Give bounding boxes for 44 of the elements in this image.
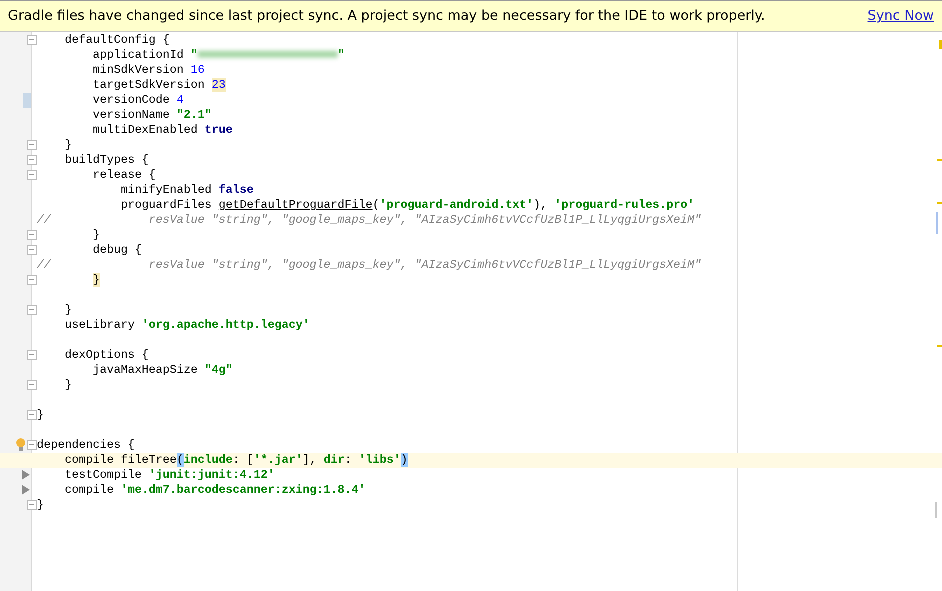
code-line: } <box>64 378 72 393</box>
code-line: dexOptions { <box>64 348 149 363</box>
fold-marker-icon[interactable] <box>27 380 37 390</box>
code-line: applicationId " " <box>92 48 345 63</box>
code-line: } <box>64 138 72 153</box>
fold-marker-icon[interactable] <box>27 500 37 510</box>
lightbulb-icon[interactable] <box>16 438 26 452</box>
fold-marker-icon[interactable] <box>27 140 37 150</box>
code-line: } <box>37 408 44 423</box>
code-line: versionName "2.1" <box>92 108 212 123</box>
code-line: versionCode 4 <box>92 93 184 108</box>
fold-marker-icon[interactable] <box>27 440 37 450</box>
fold-marker-icon[interactable] <box>27 155 37 165</box>
code-line: debug { <box>92 243 142 258</box>
code-line: proguardFiles getDefaultProguardFile('proguard-android.txt'), 'proguard-rules.pro' <box>120 198 695 213</box>
code-line: compile 'me.dm7.barcodescanner:zxing:1.8.4' <box>64 483 366 498</box>
sync-now-link[interactable]: Sync Now <box>868 8 934 24</box>
code-line: buildTypes { <box>64 153 149 168</box>
code-line: dependencies { <box>37 438 135 453</box>
code-line: } <box>64 303 72 318</box>
code-line: defaultConfig { <box>64 33 170 48</box>
code-line: javaMaxHeapSize "4g" <box>92 363 233 378</box>
code-line: // resValue "string", "google_maps_key", "AIzaSyCimh6tvVCcfUzBl1P_LlLyqgiUrgsXeiM" <box>37 258 702 273</box>
banner-message: Gradle files have changed since last project sync. A project sync may be necessary for the IDE to work properly. <box>8 8 766 24</box>
code-line: } <box>92 228 100 243</box>
code-line: compile fileTree(include: ['*.jar'], dir: 'libs') <box>64 453 408 468</box>
code-line: useLibrary 'org.apache.http.legacy' <box>64 318 310 333</box>
fold-marker-icon[interactable] <box>27 410 37 420</box>
fold-marker-icon[interactable] <box>27 245 37 255</box>
code-line: // resValue "string", "google_maps_key", "AIzaSyCimh6tvVCcfUzBl1P_LlLyqgiUrgsXeiM" <box>37 213 702 228</box>
fold-marker-icon[interactable] <box>27 170 37 180</box>
fold-marker-icon[interactable] <box>27 230 37 240</box>
code-line: testCompile 'junit:junit:4.12' <box>64 468 275 483</box>
fold-marker-icon[interactable] <box>27 305 37 315</box>
change-marker <box>23 93 31 108</box>
code-line: } <box>37 498 44 513</box>
code-line: minSdkVersion 16 <box>92 63 205 78</box>
code-line: multiDexEnabled true <box>92 123 233 138</box>
code-line: release { <box>92 168 156 183</box>
fold-marker-icon[interactable] <box>27 350 37 360</box>
code-line: targetSdkVersion 23 <box>92 78 226 93</box>
code-line: minifyEnabled false <box>120 183 254 198</box>
fold-marker-icon[interactable] <box>27 275 37 285</box>
fold-marker-icon[interactable] <box>27 35 37 45</box>
